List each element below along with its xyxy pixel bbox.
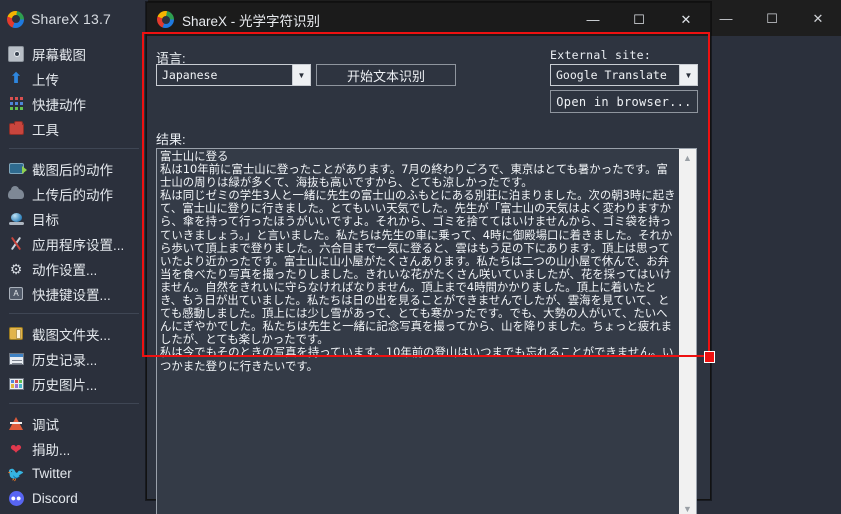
- scroll-down-arrow-icon[interactable]: ▼: [679, 500, 696, 514]
- sidebar-item-app-settings[interactable]: 应用程序设置...: [0, 231, 148, 256]
- sidebar-item-label: 调试: [32, 417, 59, 433]
- sidebar: ShareX 13.7 屏幕截图 ⬆ 上传 快捷动作 工具 截图后的动作 上传后…: [0, 0, 148, 514]
- start-ocr-button[interactable]: 开始文本识别: [316, 64, 456, 86]
- sidebar-divider: [9, 403, 139, 404]
- ocr-title-group: ShareX - 光学字符识别: [147, 10, 320, 30]
- ocr-window-controls: — ☐ ✕: [570, 3, 710, 36]
- history-images-icon: [8, 376, 24, 392]
- wrench-screwdriver-icon: [8, 236, 24, 252]
- traffic-cone-icon: [8, 416, 24, 432]
- ocr-window-title: ShareX - 光学字符识别: [182, 13, 321, 29]
- sidebar-item-label: 历史图片...: [32, 377, 98, 393]
- external-site-select[interactable]: Google Translate ▼: [550, 64, 698, 86]
- red-annotation-handle[interactable]: [704, 351, 715, 363]
- sidebar-divider: [9, 148, 139, 149]
- ocr-maximize-button[interactable]: ☐: [616, 3, 662, 36]
- ocr-minimize-button[interactable]: —: [570, 3, 616, 36]
- sidebar-item-task-settings[interactable]: ⚙ 动作设置...: [0, 256, 148, 281]
- sidebar-item-label: 历史记录...: [32, 352, 98, 368]
- sidebar-item-destinations[interactable]: 目标: [0, 206, 148, 231]
- main-maximize-button[interactable]: ☐: [749, 0, 795, 36]
- sidebar-item-label: 快捷键设置...: [32, 287, 111, 303]
- sidebar-item-image-history[interactable]: 历史图片...: [0, 371, 148, 396]
- sidebar-item-label: 屏幕截图: [32, 47, 86, 63]
- destination-globe-icon: [8, 211, 24, 227]
- sidebar-item-label: 快捷动作: [32, 97, 86, 113]
- sidebar-item-after-capture[interactable]: 截图后的动作: [0, 156, 148, 181]
- sidebar-item-label: 上传后的动作: [32, 187, 113, 203]
- ocr-result-textarea[interactable]: 富士山に登る 私は10年前に富士山に登ったことがあります。7月の終わりごろで、東…: [156, 148, 697, 514]
- sidebar-item-label: Discord: [32, 491, 78, 506]
- chevron-down-icon[interactable]: ▼: [292, 65, 310, 85]
- chevron-down-icon[interactable]: ▼: [679, 65, 697, 85]
- sidebar-item-upload[interactable]: ⬆ 上传: [0, 66, 148, 91]
- ocr-dialog-body: 语言: Japanese ▼ 开始文本识别 External site: Goo…: [147, 36, 710, 514]
- sidebar-item-debug[interactable]: 调试: [0, 411, 148, 436]
- ocr-dialog-window: ShareX - 光学字符识别 — ☐ ✕ 语言: Japanese ▼ 开始文…: [146, 2, 711, 514]
- sidebar-item-donate[interactable]: ❤ 捐助...: [0, 436, 148, 461]
- external-site-label: External site:: [550, 48, 652, 62]
- sharex-logo-icon: [7, 10, 24, 28]
- language-select[interactable]: Japanese ▼: [156, 64, 311, 86]
- gear-icon: ⚙: [9, 260, 23, 277]
- sidebar-item-tools[interactable]: 工具: [0, 116, 148, 141]
- language-select-value: Japanese: [162, 68, 218, 82]
- sidebar-item-label: 捐助...: [32, 442, 71, 458]
- sidebar-item-twitter[interactable]: 🐦 Twitter: [0, 461, 148, 486]
- ocr-titlebar[interactable]: ShareX - 光学字符识别 — ☐ ✕: [147, 3, 710, 36]
- folder-icon: [8, 326, 24, 342]
- history-list-icon: [8, 351, 24, 367]
- sharex-logo-icon: [157, 11, 174, 28]
- sidebar-item-label: Twitter: [32, 466, 72, 481]
- camera-icon: [8, 45, 24, 62]
- ocr-result-text[interactable]: 富士山に登る 私は10年前に富士山に登ったことがあります。7月の終わりごろで、東…: [157, 149, 678, 514]
- external-site-select-value: Google Translate: [556, 68, 667, 82]
- main-close-button[interactable]: ✕: [795, 0, 841, 36]
- main-window-controls: — ☐ ✕: [703, 0, 841, 36]
- screen-root: — ☐ ✕ ShareX 13.7 屏幕截图 ⬆ 上传 快捷动作 工具 截图后的…: [0, 0, 841, 514]
- result-scrollbar[interactable]: ▲ ▼: [678, 149, 696, 514]
- sidebar-item-label: 目标: [32, 212, 59, 228]
- grid-dots-icon: [8, 96, 24, 112]
- sidebar-item-workflows[interactable]: 快捷动作: [0, 91, 148, 116]
- sidebar-item-after-upload[interactable]: 上传后的动作: [0, 181, 148, 206]
- sidebar-item-label: 动作设置...: [32, 262, 98, 278]
- after-capture-icon: [8, 161, 27, 177]
- open-in-browser-button[interactable]: Open in browser...: [550, 90, 698, 113]
- result-label: 结果:: [156, 132, 186, 147]
- ocr-close-button[interactable]: ✕: [662, 3, 710, 36]
- twitter-icon: 🐦: [7, 465, 25, 482]
- sidebar-item-capture[interactable]: 屏幕截图: [0, 41, 148, 66]
- cloud-icon: [8, 185, 24, 202]
- sidebar-divider: [9, 313, 139, 314]
- sidebar-item-history[interactable]: 历史记录...: [0, 346, 148, 371]
- sidebar-item-label: 截图后的动作: [32, 162, 113, 178]
- app-brand: ShareX 13.7: [0, 4, 148, 34]
- scroll-up-arrow-icon[interactable]: ▲: [679, 149, 696, 166]
- sidebar-item-hotkey-settings[interactable]: A 快捷键设置...: [0, 281, 148, 306]
- toolbox-icon: [8, 120, 24, 137]
- keyboard-key-icon: A: [8, 286, 24, 302]
- discord-icon: ●●: [8, 491, 24, 507]
- sidebar-item-label: 截图文件夹...: [32, 327, 111, 343]
- sidebar-item-label: 应用程序设置...: [32, 237, 125, 253]
- upload-arrow-icon: ⬆: [9, 70, 23, 87]
- app-title: ShareX 13.7: [31, 11, 112, 27]
- sidebar-item-screenshots-folder[interactable]: 截图文件夹...: [0, 321, 148, 346]
- heart-icon: ❤: [10, 440, 22, 457]
- sidebar-item-label: 工具: [32, 122, 59, 138]
- sidebar-item-discord[interactable]: ●● Discord: [0, 486, 148, 511]
- sidebar-item-label: 上传: [32, 72, 59, 88]
